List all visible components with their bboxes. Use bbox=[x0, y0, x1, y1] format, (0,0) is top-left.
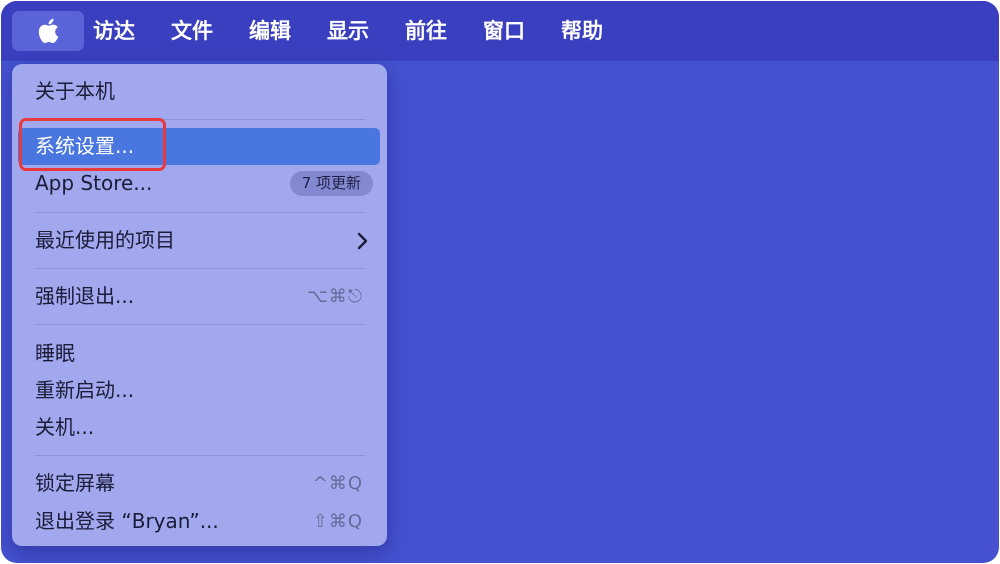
menu-item-label: 最近使用的项目 bbox=[35, 228, 175, 252]
menu-help[interactable]: 帮助 bbox=[561, 17, 603, 45]
menu-item-sleep[interactable]: 睡眠 bbox=[18, 335, 380, 372]
menu-window[interactable]: 窗口 bbox=[483, 17, 525, 45]
menu-item-shutdown[interactable]: 关机... bbox=[18, 409, 380, 446]
menu-go[interactable]: 前往 bbox=[405, 17, 447, 45]
menu-separator bbox=[35, 455, 365, 456]
menu-item-force-quit[interactable]: 强制退出... ⌥⌘⎋ bbox=[18, 278, 380, 315]
menu-item-label: 退出登录 “Bryan”... bbox=[35, 509, 219, 533]
menu-item-logout[interactable]: 退出登录 “Bryan”... ⇧⌘Q bbox=[18, 503, 380, 540]
menu-bar: 访达 文件 编辑 显示 前往 窗口 帮助 bbox=[1, 1, 999, 61]
menu-item-label: 锁定屏幕 bbox=[35, 471, 115, 495]
menu-view[interactable]: 显示 bbox=[327, 17, 369, 45]
menu-item-label: 关机... bbox=[35, 415, 95, 439]
menu-edit[interactable]: 编辑 bbox=[249, 17, 291, 45]
menu-separator bbox=[35, 324, 365, 325]
menu-item-lock-screen[interactable]: 锁定屏幕 ^⌘Q bbox=[18, 465, 380, 502]
apple-menu-button[interactable] bbox=[12, 11, 84, 51]
logout-shortcut: ⇧⌘Q bbox=[312, 511, 363, 532]
apple-logo-icon bbox=[38, 18, 59, 44]
menu-item-label: 强制退出... bbox=[35, 284, 135, 308]
lock-screen-shortcut: ^⌘Q bbox=[312, 473, 363, 494]
chevron-right-icon bbox=[357, 232, 368, 250]
desktop-screen: 访达 文件 编辑 显示 前往 窗口 帮助 关于本机 系统设置... App St… bbox=[1, 1, 999, 563]
menu-item-label: 关于本机 bbox=[35, 79, 115, 103]
force-quit-shortcut: ⌥⌘⎋ bbox=[307, 286, 363, 307]
menu-file[interactable]: 文件 bbox=[171, 17, 213, 45]
menu-item-label: 重新启动... bbox=[35, 378, 135, 402]
menu-separator bbox=[35, 212, 365, 213]
menu-item-restart[interactable]: 重新启动... bbox=[18, 372, 380, 409]
menu-separator bbox=[35, 268, 365, 269]
menu-item-about[interactable]: 关于本机 bbox=[18, 73, 380, 110]
update-count-badge: 7 项更新 bbox=[289, 171, 373, 196]
menu-finder[interactable]: 访达 bbox=[93, 17, 135, 45]
annotation-highlight-box bbox=[19, 118, 166, 171]
menu-item-recent-items[interactable]: 最近使用的项目 bbox=[18, 222, 380, 259]
menu-item-label: 睡眠 bbox=[35, 341, 75, 365]
